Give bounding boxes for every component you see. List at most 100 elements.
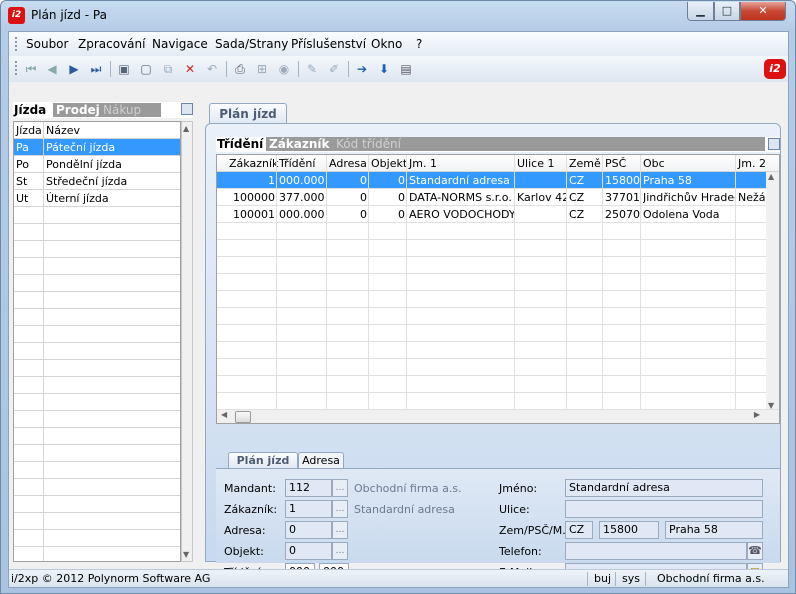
column-header[interactable]: Země xyxy=(569,157,601,170)
table-cell-objekt: 0 xyxy=(398,174,405,187)
menu-prislusenstvi[interactable]: Příslušenství xyxy=(291,37,366,51)
column-header[interactable]: Jm. 2 xyxy=(738,157,766,170)
psc-field[interactable]: 15800 xyxy=(599,521,659,539)
grid-vertical-scrollbar[interactable]: ▲ ▼ xyxy=(766,172,779,410)
zakaznik-lookup-button[interactable]: … xyxy=(332,500,348,518)
tab-detail-plan-jizd[interactable]: Plán jízd xyxy=(228,452,298,469)
empty-row xyxy=(217,308,767,325)
left-tabs: Jízda Prodej Nákup xyxy=(13,102,193,118)
zakaznik-field[interactable]: 1 xyxy=(285,500,332,518)
empty-row xyxy=(14,224,180,241)
table-cell-jm1: DATA-NORMS s.r.o. xyxy=(409,191,512,204)
menu-zpracovani[interactable]: Zpracování xyxy=(78,37,145,51)
tab-nakup[interactable]: Nákup xyxy=(99,103,161,117)
left-vertical-scrollbar[interactable]: ▲ ▼ xyxy=(181,121,193,562)
objekt-field[interactable]: 0 xyxy=(285,542,332,560)
menu-sada-strany[interactable]: Sada/Strany xyxy=(215,37,288,51)
clipboard-icon[interactable]: ▤ xyxy=(399,62,413,76)
adresa-lookup-button[interactable]: … xyxy=(332,521,348,539)
tree-icon[interactable]: ⊞ xyxy=(255,62,269,76)
tab-jizda[interactable]: Jízda xyxy=(14,103,46,117)
save-icon[interactable]: ▣ xyxy=(117,62,131,76)
left-panel: Jízda Prodej Nákup Jízda Název Pa Páteční… xyxy=(13,102,193,562)
empty-row xyxy=(14,309,180,326)
column-header-jizda[interactable]: Jízda xyxy=(16,124,42,139)
down-circle-icon[interactable]: ⬇ xyxy=(377,62,391,76)
jmeno-field[interactable]: Standardní adresa xyxy=(565,479,763,497)
mandant-label: Mandant: xyxy=(224,482,276,495)
delete-icon[interactable]: ✕ xyxy=(183,62,197,76)
maximize-button[interactable]: □ xyxy=(714,2,740,21)
tab-prodej[interactable]: Prodej xyxy=(53,103,103,117)
column-header[interactable]: PSČ xyxy=(605,157,626,170)
column-header[interactable]: Zákazník xyxy=(229,157,278,170)
last-record-icon[interactable]: ⏭ xyxy=(89,62,103,76)
table-row[interactable]: 100000 377.000 0 0 DATA-NORMS s.r.o. Karlov 4… xyxy=(217,189,767,206)
minimize-button[interactable]: ▁ xyxy=(687,2,714,21)
column-header[interactable]: Ulice 1 xyxy=(517,157,554,170)
table-cell-adresa: 0 xyxy=(360,191,367,204)
sort-kod-trideni[interactable]: Kód třídění xyxy=(333,137,765,151)
ulice-field[interactable] xyxy=(565,500,763,518)
column-header-nazev[interactable]: Název xyxy=(46,124,80,139)
zeme-field[interactable]: CZ xyxy=(565,521,593,539)
column-divider xyxy=(276,155,277,423)
edit-pen-icon[interactable]: ✎ xyxy=(305,62,319,76)
forward-circle-icon[interactable]: ➔ xyxy=(355,62,369,76)
empty-row xyxy=(217,359,767,376)
adresa-label: Adresa: xyxy=(224,524,266,537)
list-item[interactable]: Pa Páteční jízda xyxy=(14,139,180,156)
disc-icon[interactable]: ◉ xyxy=(277,62,291,76)
column-header[interactable]: Třídění xyxy=(279,157,315,170)
column-divider xyxy=(640,155,641,423)
panel-options-icon[interactable] xyxy=(181,103,193,115)
empty-row xyxy=(217,393,767,410)
next-record-icon[interactable]: ▶ xyxy=(67,62,81,76)
list-item[interactable]: St Středeční jízda xyxy=(14,173,180,190)
list-item[interactable]: Ut Úterní jízda xyxy=(14,190,180,207)
table-cell-obec: Praha 58 xyxy=(643,174,692,187)
telefon-field[interactable] xyxy=(565,542,747,560)
menu-navigace[interactable]: Navigace xyxy=(152,37,208,51)
column-header[interactable]: Jm. 1 xyxy=(409,157,437,170)
column-divider xyxy=(368,155,369,423)
scroll-thumb[interactable] xyxy=(235,411,251,423)
mandant-lookup-button[interactable]: … xyxy=(332,479,348,497)
status-company: Obchodní firma a.s. xyxy=(657,572,765,585)
first-record-icon[interactable]: ⏮ xyxy=(24,62,38,76)
column-header[interactable]: Objekt xyxy=(371,157,407,170)
new-document-icon[interactable]: ▢ xyxy=(139,62,153,76)
table-cell-trideni: 377.000 xyxy=(279,191,325,204)
column-header[interactable]: Obc xyxy=(643,157,665,170)
list-item[interactable]: Po Pondělní jízda xyxy=(14,156,180,173)
brand-logo-icon: i2 xyxy=(764,59,786,79)
grid-options-icon[interactable] xyxy=(768,138,780,150)
menu-soubor[interactable]: Soubor xyxy=(26,37,68,51)
toolbar-separator xyxy=(298,61,299,77)
mesto-field[interactable]: Praha 58 xyxy=(665,521,763,539)
edit-pen-alt-icon[interactable]: ✐ xyxy=(327,62,341,76)
jmeno-label: Jméno: xyxy=(499,482,538,495)
table-row[interactable]: 1 000.000 0 0 Standardní adresa CZ 15800 Praha … xyxy=(217,172,767,189)
close-button[interactable]: ✕ xyxy=(740,2,786,21)
prev-record-icon[interactable]: ◀ xyxy=(45,62,59,76)
column-divider xyxy=(602,155,603,423)
grid-horizontal-scrollbar[interactable]: ◀ ▶ xyxy=(217,409,779,423)
menu-okno[interactable]: Okno xyxy=(371,37,402,51)
tab-detail-adresa[interactable]: Adresa xyxy=(298,452,344,469)
print-icon[interactable]: ⎙ xyxy=(233,62,247,76)
table-row[interactable]: 100001 000.000 0 0 AERO VODOCHODY CZ 25070 Odol… xyxy=(217,206,767,223)
column-header[interactable]: Adresa xyxy=(329,157,367,170)
empty-row xyxy=(14,275,180,292)
adresa-field[interactable]: 0 xyxy=(285,521,332,539)
copy-icon[interactable]: ⧉ xyxy=(161,62,175,76)
mandant-field[interactable]: 112 xyxy=(285,479,332,497)
empty-row xyxy=(14,411,180,428)
tab-plan-jizd[interactable]: Plán jízd xyxy=(209,103,287,124)
trip-name: Středeční jízda xyxy=(46,175,128,188)
objekt-lookup-button[interactable]: … xyxy=(332,542,348,560)
undo-icon[interactable]: ↶ xyxy=(205,62,219,76)
sort-zakaznik[interactable]: Zákazník xyxy=(266,137,333,151)
phone-icon[interactable]: ☎ xyxy=(747,542,763,560)
menu-help[interactable]: ? xyxy=(416,37,422,51)
